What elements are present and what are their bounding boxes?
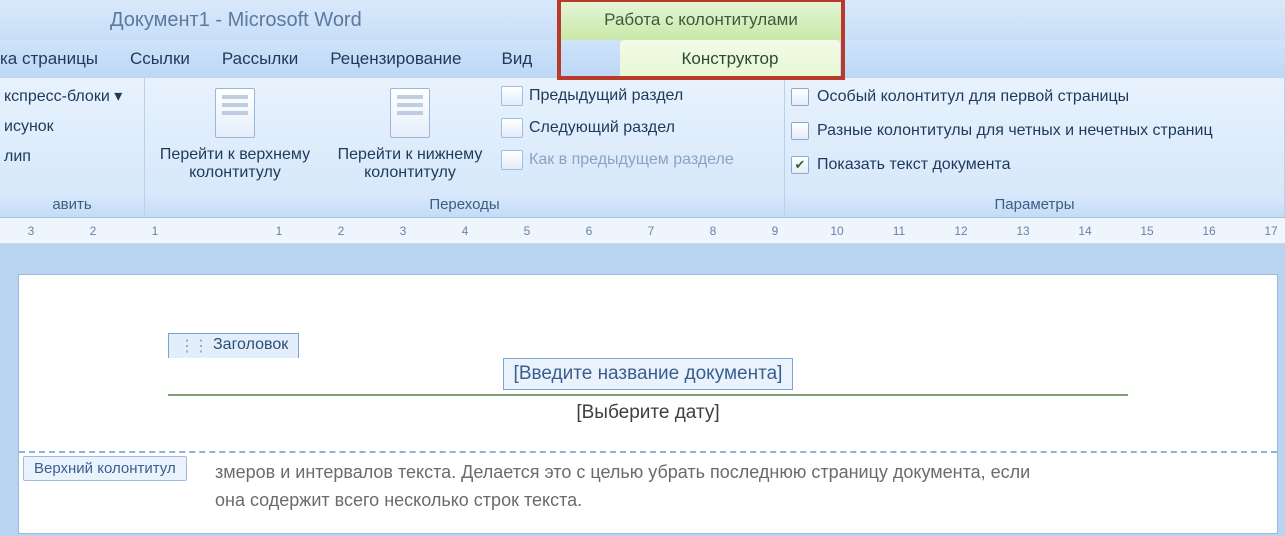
go-to-header-button[interactable]: Перейти к верхнему колонтитулу xyxy=(145,82,325,182)
checkbox-icon xyxy=(791,122,809,140)
title-content-control[interactable]: [Введите название документа] xyxy=(503,358,794,390)
date-content-control[interactable]: [Выберите дату] xyxy=(576,402,719,424)
title-bar: Документ1 - Microsoft Word Работа с коло… xyxy=(0,0,1285,40)
different-odd-even-checkbox[interactable]: Разные колонтитулы для четных и нечетных… xyxy=(791,116,1225,146)
go-to-header-label: Перейти к верхнему колонтитулу xyxy=(160,146,310,182)
document-body-text: змеров и интервалов текста. Делается это… xyxy=(215,458,1237,514)
window-title: Документ1 - Microsoft Word xyxy=(110,9,362,32)
page[interactable]: ⋮⋮ Заголовок [Введите название документа… xyxy=(18,274,1278,534)
different-first-page-label: Особый колонтитул для первой страницы xyxy=(817,82,1129,112)
header-icon xyxy=(215,88,255,138)
clip-button[interactable]: лип xyxy=(4,142,132,172)
ribbon: кспресс-блоки ▾ исунок лип авить Перейти… xyxy=(0,78,1285,218)
next-section-button[interactable]: Следующий раздел xyxy=(501,116,734,140)
prev-section-icon xyxy=(501,86,523,106)
previous-section-button[interactable]: Предыдущий раздел xyxy=(501,84,734,108)
previous-section-label: Предыдущий раздел xyxy=(529,84,683,108)
link-to-previous-button[interactable]: Как в предыдущем разделе xyxy=(501,148,734,172)
header-boundary xyxy=(19,451,1277,453)
next-section-icon xyxy=(501,118,523,138)
link-to-previous-label: Как в предыдущем разделе xyxy=(529,148,734,172)
group-navigation: Перейти к верхнему колонтитулу Перейти к… xyxy=(145,78,785,217)
grip-icon: ⋮⋮ xyxy=(179,336,207,356)
group-options: Особый колонтитул для первой страницы Ра… xyxy=(785,78,1285,217)
content-control-tab-label: Заголовок xyxy=(213,336,288,356)
show-document-text-checkbox[interactable]: ✔ Показать текст документа xyxy=(791,150,1225,180)
header-separator-line xyxy=(168,394,1128,396)
go-to-footer-label: Перейти к нижнему колонтитулу xyxy=(338,146,483,182)
group-insert-label: авить xyxy=(0,194,144,217)
horizontal-ruler[interactable]: 3211234567891011121314151617 xyxy=(0,218,1285,244)
document-area: ⋮⋮ Заголовок [Введите название документа… xyxy=(0,244,1285,536)
context-tab-group: Работа с колонтитулами xyxy=(561,0,841,40)
tab-references[interactable]: Ссылки xyxy=(114,40,206,78)
tab-view[interactable]: Вид xyxy=(485,40,548,78)
checkbox-checked-icon: ✔ xyxy=(791,156,809,174)
express-blocks-button[interactable]: кспресс-блоки ▾ xyxy=(4,82,132,112)
ribbon-tabs: ка страницы Ссылки Рассылки Рецензирован… xyxy=(0,40,1285,78)
tab-mailings[interactable]: Рассылки xyxy=(206,40,314,78)
group-options-label: Параметры xyxy=(785,194,1284,217)
different-odd-even-label: Разные колонтитулы для четных и нечетных… xyxy=(817,116,1213,146)
tab-review[interactable]: Рецензирование xyxy=(314,40,477,78)
group-navigation-label: Переходы xyxy=(145,194,784,217)
show-document-text-label: Показать текст документа xyxy=(817,150,1010,180)
different-first-page-checkbox[interactable]: Особый колонтитул для первой страницы xyxy=(791,82,1225,112)
body-line-2: она содержит всего несколько строк текст… xyxy=(215,490,582,510)
picture-button[interactable]: исунок xyxy=(4,112,132,142)
link-prev-icon xyxy=(501,150,523,170)
tab-design[interactable]: Конструктор xyxy=(620,40,840,78)
group-insert: кспресс-блоки ▾ исунок лип авить xyxy=(0,78,145,217)
header-region[interactable]: ⋮⋮ Заголовок [Введите название документа… xyxy=(19,275,1277,455)
tab-page-layout[interactable]: ка страницы xyxy=(0,40,114,78)
checkbox-icon xyxy=(791,88,809,106)
go-to-footer-button[interactable]: Перейти к нижнему колонтитулу xyxy=(325,82,495,182)
content-control-tab[interactable]: ⋮⋮ Заголовок xyxy=(168,333,299,358)
header-tag: Верхний колонтитул xyxy=(23,456,187,481)
footer-icon xyxy=(390,88,430,138)
next-section-label: Следующий раздел xyxy=(529,116,675,140)
body-line-1: змеров и интервалов текста. Делается это… xyxy=(215,462,1030,482)
